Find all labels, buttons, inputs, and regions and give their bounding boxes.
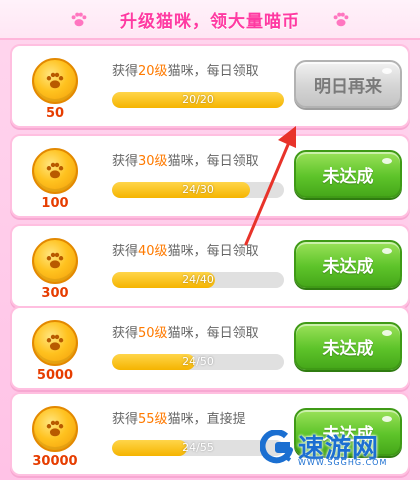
progress-label: 24/40: [182, 273, 214, 286]
task-description: 获得30级猫咪，每日领取: [112, 154, 259, 169]
reward-amount: 50: [45, 106, 65, 121]
task-card-level-30: 100 获得30级猫咪，每日领取 24/30 未达成: [10, 134, 410, 218]
reward-amount: 300: [41, 286, 69, 301]
not-achieved-button[interactable]: 未达成: [294, 240, 402, 288]
task-card-level-40: 300 获得40级猫咪，每日领取 24/40 未达成: [10, 224, 410, 308]
task-card-level-50: 5000 获得50级猫咪，每日领取 24/50 未达成: [10, 306, 410, 390]
progress-label: 24/50: [182, 355, 214, 368]
progress-bar: 24/50: [112, 354, 284, 370]
not-achieved-button[interactable]: 未达成: [294, 150, 402, 198]
paw-icon: [333, 12, 349, 27]
reward-amount: 100: [41, 196, 69, 211]
task-level: 40级: [138, 244, 168, 259]
paw-coin-icon: [32, 320, 78, 366]
task-description: 获得40级猫咪，每日领取: [112, 244, 259, 259]
progress-bar: 24/55: [112, 440, 284, 456]
page-title: 升级猫咪，领大量喵币: [120, 11, 300, 32]
progress-bar: 24/40: [112, 272, 284, 288]
paw-coin-icon: [32, 58, 78, 104]
reward-amount: 5000: [36, 368, 74, 383]
paw-icon: [71, 12, 87, 27]
task-description: 获得50级猫咪，每日领取: [112, 326, 259, 341]
progress-label: 24/30: [182, 183, 214, 196]
paw-coin-icon: [32, 148, 78, 194]
task-card-level-20: 50 获得20级猫咪，每日领取 20/20 明日再来: [10, 44, 410, 128]
progress-label: 24/55: [182, 441, 214, 454]
progress-bar: 20/20: [112, 92, 284, 108]
g-logo-icon: [260, 430, 293, 464]
not-achieved-button[interactable]: 未达成: [294, 322, 402, 370]
watermark-url: WWW.SGGHG.COM: [298, 458, 388, 467]
site-watermark: 速游网 WWW.SGGHG.COM: [260, 426, 410, 472]
task-level: 50级: [138, 326, 168, 341]
task-level: 20级: [138, 64, 168, 79]
task-description: 获得20级猫咪，每日领取: [112, 64, 259, 79]
task-description: 获得55级猫咪，直接提: [112, 412, 246, 427]
progress-bar: 24/30: [112, 182, 284, 198]
task-level: 55级: [138, 412, 168, 427]
paw-coin-icon: [32, 238, 78, 284]
paw-coin-icon: [32, 406, 78, 452]
task-level: 30级: [138, 154, 168, 169]
header-banner: 升级猫咪，领大量喵币: [0, 0, 420, 40]
reward-amount: 30000: [32, 454, 78, 469]
progress-label: 20/20: [182, 93, 214, 106]
come-back-tomorrow-button[interactable]: 明日再来: [294, 60, 402, 108]
